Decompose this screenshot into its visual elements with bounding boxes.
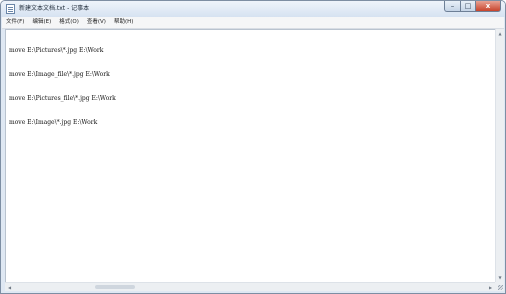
editor-line[interactable]: move E:\Image_file\*.jpg E:\Work [9, 71, 116, 79]
window-title: 新建文本文档.txt - 记事本 [19, 5, 90, 12]
close-button[interactable]: x [476, 1, 501, 12]
notepad-window: 新建文本文档.txt - 记事本 – □ x 文件(F) 编辑(E) 格式(O)… [0, 0, 506, 294]
horizontal-scrollbar[interactable]: ◀ ▶ [5, 282, 495, 291]
menu-edit[interactable]: 编辑(E) [28, 17, 55, 28]
editor-line[interactable]: move E:\Pictures\*.jpg E:\Work [9, 47, 116, 55]
menu-help[interactable]: 帮助(H) [110, 17, 137, 28]
menu-file[interactable]: 文件(F) [2, 17, 28, 28]
title-bar[interactable]: 新建文本文档.txt - 记事本 – □ x [1, 1, 505, 17]
minimize-button[interactable]: – [444, 1, 461, 12]
resize-grip-icon[interactable] [495, 282, 504, 291]
horizontal-scroll-thumb[interactable] [95, 285, 135, 289]
menu-bar: 文件(F) 编辑(E) 格式(O) 查看(V) 帮助(H) [2, 17, 504, 29]
menu-view[interactable]: 查看(V) [83, 17, 110, 28]
scroll-left-arrow-icon[interactable]: ◀ [5, 283, 14, 291]
editor-line[interactable]: move E:\Pictures_file\*.jpg E:\Work [9, 95, 116, 103]
editor-text[interactable]: move E:\Pictures\*.jpg E:\Work move E:\I… [9, 31, 116, 143]
maximize-button[interactable]: □ [461, 1, 476, 12]
text-editor-area[interactable]: move E:\Pictures\*.jpg E:\Work move E:\I… [5, 29, 495, 282]
scroll-down-arrow-icon[interactable]: ▼ [496, 273, 504, 282]
editor-line[interactable]: move E:\Image\*.jpg E:\Work [9, 119, 116, 127]
menu-format[interactable]: 格式(O) [55, 17, 83, 28]
scroll-up-arrow-icon[interactable]: ▲ [496, 29, 504, 38]
vertical-scrollbar[interactable]: ▲ ▼ [495, 29, 504, 282]
scroll-right-arrow-icon[interactable]: ▶ [486, 283, 495, 291]
notepad-icon[interactable] [6, 4, 15, 14]
window-controls: – □ x [444, 1, 501, 13]
